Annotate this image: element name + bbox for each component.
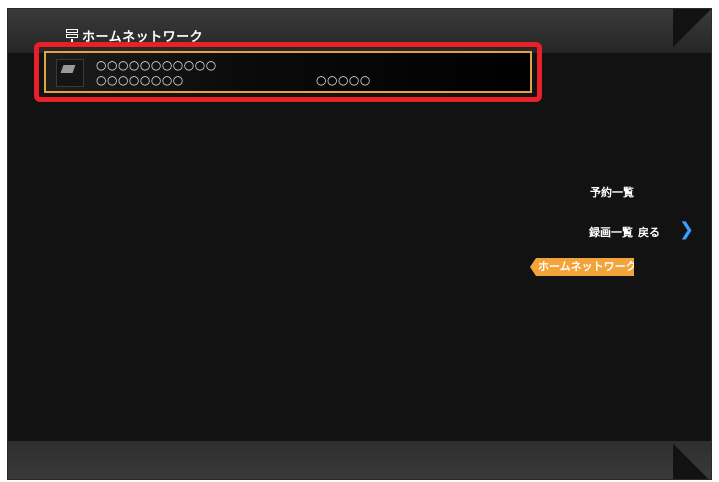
device-subtitle: ○○○○○○○○ bbox=[96, 73, 184, 87]
menu-home-network-active[interactable]: ホームネットワーク bbox=[530, 258, 634, 276]
device-list-item[interactable]: ○○○○○○○○○○○ ○○○○○○○○ ○○○○○ bbox=[44, 51, 532, 93]
network-icon bbox=[66, 28, 78, 43]
header-bar-corner bbox=[673, 9, 711, 53]
footer-bar-corner bbox=[673, 441, 711, 479]
device-name: ○○○○○○○○○○○ bbox=[96, 58, 217, 72]
menu-reservation-list[interactable]: 予約一覧 bbox=[590, 184, 634, 200]
chevron-right-icon[interactable]: ❯ bbox=[679, 219, 694, 240]
server-icon bbox=[56, 59, 84, 87]
footer-bar bbox=[8, 441, 711, 479]
device-extra-info: ○○○○○ bbox=[316, 73, 371, 87]
back-button[interactable]: 戻る bbox=[638, 224, 660, 240]
menu-recording-list[interactable]: 録画一覧 bbox=[589, 224, 633, 240]
